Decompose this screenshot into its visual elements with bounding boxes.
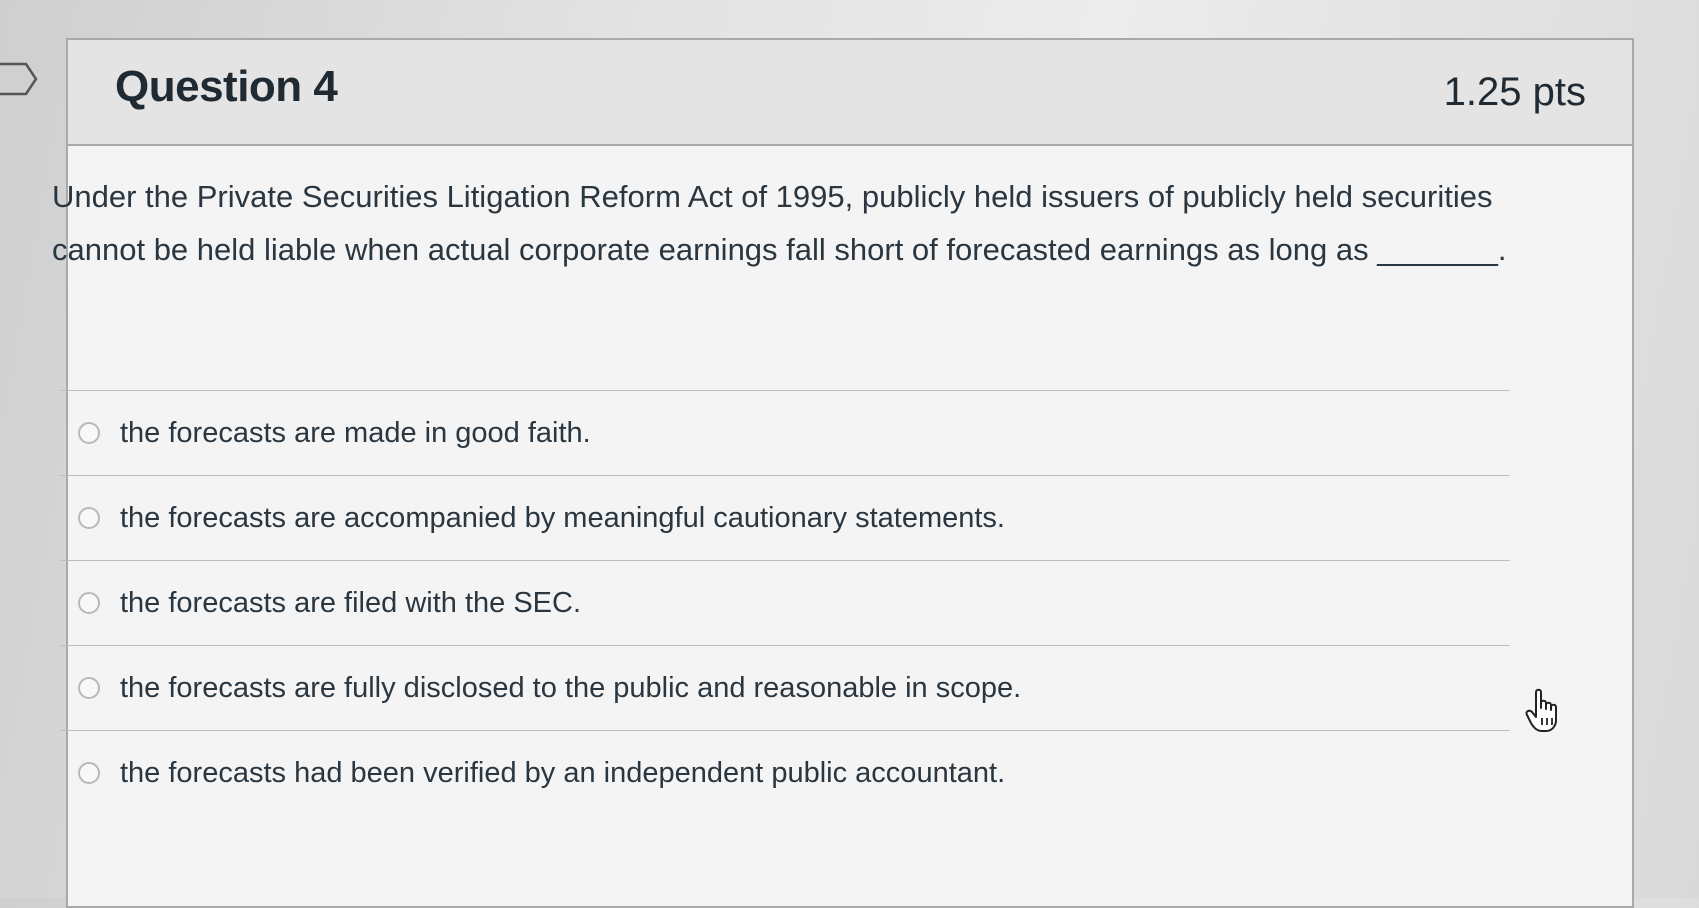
radio-button[interactable] [78, 592, 100, 614]
answer-option-1[interactable]: the forecasts are made in good faith. [60, 391, 1510, 475]
answer-option-5[interactable]: the forecasts had been verified by an in… [60, 731, 1510, 815]
question-points: 1.25 pts [1443, 70, 1586, 114]
radio-button[interactable] [78, 677, 100, 699]
answer-label[interactable]: the forecasts are filed with the SEC. [120, 587, 581, 620]
radio-button[interactable] [78, 507, 100, 529]
answer-option-2[interactable]: the forecasts are accompanied by meaning… [60, 476, 1510, 560]
answer-label[interactable]: the forecasts are fully disclosed to the… [120, 672, 1021, 705]
answer-option-4[interactable]: the forecasts are fully disclosed to the… [60, 646, 1510, 730]
answer-label[interactable]: the forecasts are made in good faith. [120, 417, 591, 450]
answer-label[interactable]: the forecasts had been verified by an in… [120, 757, 1005, 790]
answer-option-3[interactable]: the forecasts are filed with the SEC. [60, 561, 1510, 645]
question-text: Under the Private Securities Litigation … [52, 179, 1507, 267]
radio-button[interactable] [78, 422, 100, 444]
answer-list: the forecasts are made in good faith. th… [60, 390, 1510, 815]
question-title: Question 4 [115, 62, 338, 111]
answer-label[interactable]: the forecasts are accompanied by meaning… [120, 502, 1005, 535]
radio-button[interactable] [78, 762, 100, 784]
hand-pointer-cursor-icon [1525, 688, 1557, 732]
question-header: Question 4 1.25 pts [68, 40, 1632, 146]
flag-question-icon[interactable] [0, 62, 38, 96]
